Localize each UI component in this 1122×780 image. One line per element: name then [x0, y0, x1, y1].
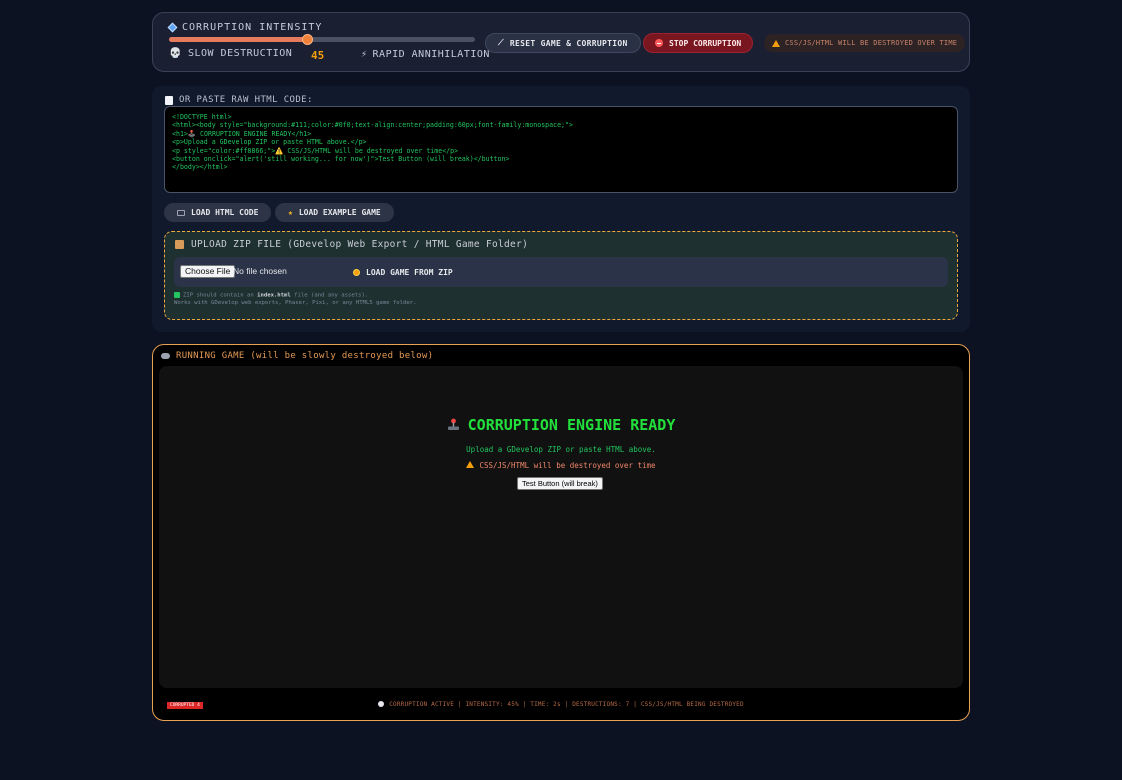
- status-bar: CORRUPTION ACTIVE | INTENSITY: 45% | TIM…: [153, 701, 969, 708]
- zip-help-bold: index.html: [257, 292, 291, 299]
- intensity-label: CORRUPTION INTENSITY: [167, 22, 323, 33]
- zip-controls-row: Choose File No file chosen LOAD GAME FRO…: [174, 257, 948, 287]
- orange-circle-icon: [353, 269, 360, 276]
- load-example-label: LOAD EXAMPLE GAME: [298, 208, 381, 217]
- load-html-label: LOAD HTML CODE: [191, 208, 259, 217]
- rapid-annihilation-label: ⚡ RAPID ANNIHILATION: [361, 49, 490, 60]
- zip-help-post: file (and any assets).: [290, 292, 369, 299]
- load-html-button[interactable]: LOAD HTML CODE: [164, 203, 272, 222]
- stop-button-label: STOP CORRUPTION: [669, 38, 742, 48]
- package-icon: [175, 240, 184, 249]
- test-button[interactable]: Test Button (will break): [517, 477, 603, 490]
- slow-destruction-text: SLOW DESTRUCTION: [187, 48, 293, 59]
- monitor-icon: [177, 209, 185, 216]
- game-header-text: RUNNING GAME (will be slowly destroyed b…: [176, 351, 434, 361]
- warning-icon: [466, 461, 475, 468]
- load-zip-label: LOAD GAME FROM ZIP: [366, 268, 453, 277]
- lightning-icon: ⚡: [361, 49, 368, 60]
- zip-upload-panel: UPLOAD ZIP FILE (GDevelop Web Export / H…: [164, 231, 958, 320]
- game-title-text: CORRUPTION ENGINE READY: [467, 416, 676, 434]
- zip-title: UPLOAD ZIP FILE (GDevelop Web Export / H…: [175, 239, 528, 250]
- no-entry-icon: [655, 39, 663, 47]
- wand-icon: ⟋: [498, 38, 504, 47]
- slider-thumb[interactable]: [301, 34, 313, 45]
- reset-button[interactable]: ⟋ RESET GAME & CORRUPTION: [485, 33, 641, 53]
- html-code-textarea[interactable]: <!DOCTYPE html> <html><body style="backg…: [164, 106, 958, 193]
- paste-label: OR PASTE RAW HTML CODE:: [165, 95, 313, 105]
- zip-help-pre: ZIP should contain an: [183, 292, 258, 299]
- load-example-button[interactable]: ★ LOAD EXAMPLE GAME: [275, 203, 394, 222]
- skull-icon: [378, 701, 385, 707]
- check-icon: [174, 292, 180, 298]
- game-header: RUNNING GAME (will be slowly destroyed b…: [161, 351, 433, 361]
- zip-help-line2: Works with GDevelop web exports, Phaser,…: [174, 299, 417, 306]
- game-warning: CSS/JS/HTML will be destroyed over time: [159, 461, 963, 470]
- slow-destruction-label: 💀 SLOW DESTRUCTION: [169, 48, 292, 59]
- file-status: No file chosen: [233, 266, 287, 276]
- game-title: CORRUPTION ENGINE READY: [159, 416, 963, 434]
- paste-label-text: OR PASTE RAW HTML CODE:: [179, 95, 313, 105]
- choose-file-button[interactable]: Choose File: [180, 265, 236, 278]
- stop-corruption-button[interactable]: STOP CORRUPTION: [643, 33, 754, 53]
- warning-badge: CSS/JS/HTML WILL BE DESTROYED OVER TIME: [764, 34, 966, 52]
- zip-help-text: ZIP should contain an index.html file (a…: [174, 292, 416, 307]
- warning-badge-text: CSS/JS/HTML WILL BE DESTROYED OVER TIME: [785, 39, 958, 47]
- game-screen[interactable]: CORRUPTION ENGINE READY Upload a GDevelo…: [159, 366, 963, 709]
- rapid-annihilation-text: RAPID ANNIHILATION: [372, 49, 490, 60]
- slider-fill: [169, 37, 307, 42]
- diamond-icon: [167, 22, 178, 33]
- control-panel: CORRUPTION INTENSITY 💀 SLOW DESTRUCTION …: [152, 12, 970, 72]
- intensity-label-text: CORRUPTION INTENSITY: [182, 22, 323, 33]
- intensity-slider[interactable]: [169, 34, 475, 45]
- game-subtitle: Upload a GDevelop ZIP or paste HTML abov…: [466, 445, 656, 454]
- game-warning-text: CSS/JS/HTML will be destroyed over time: [479, 461, 656, 470]
- zip-title-text: UPLOAD ZIP FILE (GDevelop Web Export / H…: [191, 239, 529, 250]
- memo-icon: [165, 95, 173, 105]
- status-text: CORRUPTION ACTIVE | INTENSITY: 45% | TIM…: [389, 701, 744, 708]
- game-frame: RUNNING GAME (will be slowly destroyed b…: [152, 344, 970, 721]
- warning-icon: [772, 39, 780, 47]
- star-icon: ★: [288, 208, 293, 217]
- input-section: OR PASTE RAW HTML CODE: <!DOCTYPE html> …: [152, 86, 970, 332]
- skull-icon: 💀: [169, 48, 182, 59]
- load-zip-button[interactable]: LOAD GAME FROM ZIP: [350, 266, 456, 279]
- reset-button-label: RESET GAME & CORRUPTION: [509, 38, 628, 48]
- joystick-icon: [447, 418, 459, 430]
- gamepad-icon: [161, 353, 170, 359]
- intensity-value: 45: [311, 49, 325, 62]
